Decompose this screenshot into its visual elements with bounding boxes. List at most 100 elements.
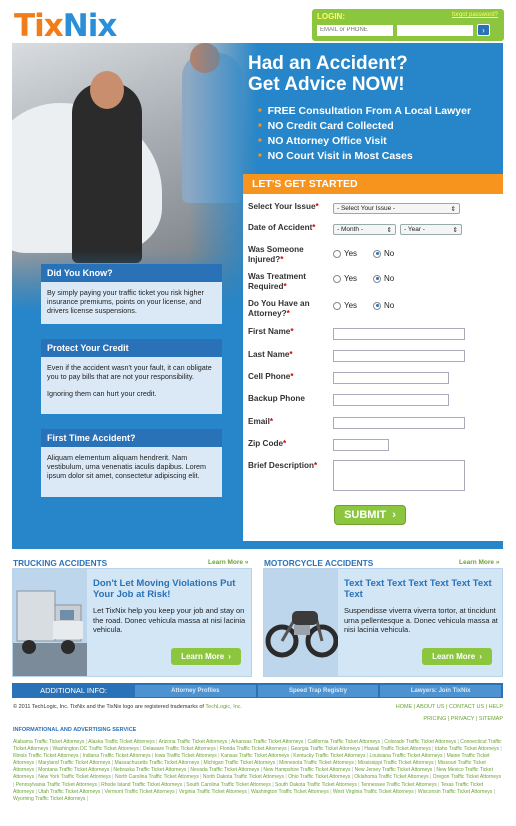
motorcycle-learn-more-link[interactable]: Learn More » bbox=[459, 559, 499, 566]
attorney-link[interactable]: Hawaii Traffic Ticket Attorneys bbox=[364, 746, 435, 752]
attorney-link[interactable]: Washington DC Traffic Ticket Attorneys bbox=[52, 746, 143, 752]
treatment-yes-radio[interactable]: Yes bbox=[333, 274, 357, 283]
info-box-first-time: First Time Accident? Aliquam elementum a… bbox=[41, 429, 222, 497]
tab-attorney-profiles[interactable]: Attorney Profiles bbox=[135, 684, 256, 697]
footer-links-1[interactable]: HOME | ABOUT US | CONTACT US | HELP bbox=[396, 704, 503, 710]
attorney-link[interactable]: West Virginia Traffic Ticket Attorneys bbox=[333, 789, 418, 795]
info-box-did-you-know: Did You Know? By simply paying your traf… bbox=[41, 264, 222, 324]
attorney-link[interactable]: Wyoming Traffic Ticket Attorneys bbox=[13, 796, 88, 802]
attorney-link[interactable]: Utah Traffic Ticket Attorneys bbox=[38, 789, 104, 795]
attorney-link[interactable]: Virginia Traffic Ticket Attorneys bbox=[179, 789, 251, 795]
attorney-link[interactable]: Arkansas Traffic Ticket Attorneys bbox=[231, 739, 308, 745]
attorney-link[interactable]: Louisiana Traffic Ticket Attorneys bbox=[370, 753, 447, 759]
injured-yes-radio[interactable]: Yes bbox=[333, 249, 357, 258]
zip-input[interactable] bbox=[333, 439, 389, 451]
login-email-input[interactable] bbox=[317, 24, 393, 36]
attorney-link[interactable]: Alabama Traffic Ticket Attorneys bbox=[13, 739, 88, 745]
attorney-link[interactable]: North Carolina Traffic Ticket Attorneys bbox=[115, 774, 203, 780]
attorney-link[interactable]: Georgia Traffic Ticket Attorneys bbox=[291, 746, 364, 752]
attorney-link[interactable]: Colorado Traffic Ticket Attorneys bbox=[384, 739, 460, 745]
cell-phone-label: Cell Phone* bbox=[248, 372, 294, 381]
benefit-item: NO Court Visit in Most Cases bbox=[258, 149, 471, 164]
attorney-link[interactable]: Minnesota Traffic Ticket Attorneys bbox=[279, 760, 358, 766]
attorney-link[interactable]: Idaho Traffic Ticket Attorneys bbox=[435, 746, 502, 752]
description-textarea[interactable] bbox=[333, 460, 465, 491]
attorney-link[interactable]: Iowa Traffic Ticket Attorneys bbox=[155, 753, 221, 759]
footer-links-2[interactable]: PRICING | PRIVACY | SITEMAP bbox=[423, 716, 503, 722]
tixnix-logo[interactable]: TixNix bbox=[14, 8, 118, 44]
attorney-link[interactable]: Michigan Traffic Ticket Attorneys bbox=[203, 760, 279, 766]
attorney-radio-group: Yes No bbox=[333, 301, 408, 312]
tab-speed-trap-registry[interactable]: Speed Trap Registry bbox=[257, 684, 379, 697]
trucking-learn-more-button[interactable]: Learn More › bbox=[171, 648, 241, 665]
attorney-link[interactable]: Delaware Traffic Ticket Attorneys bbox=[143, 746, 220, 752]
attorney-link[interactable]: Montana Traffic Ticket Attorneys bbox=[38, 767, 113, 773]
attorney-link[interactable]: North Dakota Traffic Ticket Attorneys bbox=[203, 774, 288, 780]
tab-lawyers-join[interactable]: Lawyers: Join TixNix bbox=[380, 684, 502, 697]
attorney-link[interactable]: Tennessee Traffic Ticket Attorneys bbox=[361, 782, 441, 788]
attorney-link[interactable]: Oklahoma Traffic Ticket Attorneys bbox=[354, 774, 432, 780]
attorney-link[interactable]: New York Traffic Ticket Attorneys bbox=[38, 774, 115, 780]
backup-phone-input[interactable] bbox=[333, 394, 449, 406]
attorney-link[interactable]: Mississippi Traffic Ticket Attorneys bbox=[358, 760, 438, 766]
first-name-input[interactable] bbox=[333, 328, 465, 340]
chevron-updown-icon: ⇕ bbox=[450, 205, 456, 213]
attorney-link[interactable]: Alaska Traffic Ticket Attorneys bbox=[88, 739, 158, 745]
login-password-input[interactable] bbox=[397, 24, 473, 36]
attorney-link[interactable]: Florida Traffic Ticket Attorneys bbox=[220, 746, 291, 752]
injured-no-radio[interactable]: No bbox=[373, 249, 394, 258]
treatment-no-radio[interactable]: No bbox=[373, 274, 394, 283]
service-title: INFORMATIONAL AND ADVERTISING SERVICE bbox=[13, 727, 137, 733]
attorney-link[interactable]: Illinois Traffic Ticket Attorneys bbox=[13, 753, 83, 759]
attorney-link[interactable]: Maryland Traffic Ticket Attorneys bbox=[38, 760, 114, 766]
attorney-link[interactable]: California Traffic Ticket Attorneys bbox=[307, 739, 384, 745]
year-select[interactable]: - Year - ⇕ bbox=[400, 224, 462, 235]
benefit-item: NO Credit Card Collected bbox=[258, 119, 471, 134]
attorney-link[interactable]: Nevada Traffic Ticket Attorneys bbox=[190, 767, 263, 773]
attorney-link[interactable]: New Jersey Traffic Ticket Attorneys bbox=[355, 767, 437, 773]
attorney-link[interactable]: Kansas Traffic Ticket Attorneys bbox=[221, 753, 293, 759]
attorney-link[interactable]: Rhode Island Traffic Ticket Attorneys bbox=[101, 782, 186, 788]
attorney-link[interactable]: Washington Traffic Ticket Attorneys bbox=[251, 789, 333, 795]
attorney-link[interactable]: South Dakota Traffic Ticket Attorneys bbox=[275, 782, 361, 788]
email-label: Email* bbox=[248, 417, 274, 426]
additional-info-label: ADDITIONAL INFO: bbox=[40, 686, 107, 695]
attorney-link[interactable]: New Hampshire Traffic Ticket Attorneys bbox=[263, 767, 354, 773]
attorney-link[interactable]: Arizona Traffic Ticket Attorneys bbox=[159, 739, 231, 745]
attorney-link[interactable]: Wisconsin Traffic Ticket Attorneys bbox=[418, 789, 495, 795]
attorney-link[interactable]: Indiana Traffic Ticket Attorneys bbox=[83, 753, 155, 759]
attorney-link[interactable]: Massachusetts Traffic Ticket Attorneys bbox=[114, 760, 203, 766]
trucking-learn-more-link[interactable]: Learn More » bbox=[208, 559, 248, 566]
attorney-link[interactable]: Pennsylvania Traffic Ticket Attorneys bbox=[16, 782, 101, 788]
email-input[interactable] bbox=[333, 417, 465, 429]
attorney-link[interactable]: South Carolina Traffic Ticket Attorneys bbox=[186, 782, 275, 788]
attorney-no-radio[interactable]: No bbox=[373, 301, 394, 310]
first-name-label: First Name* bbox=[248, 327, 294, 336]
info-box-text: Even if the accident wasn't your fault, … bbox=[47, 363, 212, 381]
forgot-password-link[interactable]: forgot password? bbox=[452, 12, 498, 18]
login-go-button[interactable]: › bbox=[477, 24, 490, 36]
description-label: Brief Description* bbox=[248, 461, 318, 470]
submit-button[interactable]: SUBMIT › bbox=[334, 505, 406, 525]
issue-select[interactable]: - Select Your Issue - ⇕ bbox=[333, 203, 460, 214]
info-box-title: Protect Your Credit bbox=[41, 339, 222, 357]
info-box-text: By simply paying your traffic ticket you… bbox=[47, 288, 204, 315]
hero-headline: Had an Accident? Get Advice NOW! bbox=[248, 53, 408, 95]
logo-part-nix: Nix bbox=[62, 8, 118, 44]
techlogic-link[interactable]: TechLogic, Inc. bbox=[205, 704, 242, 710]
attorney-link[interactable]: Kentucky Traffic Ticket Attorneys bbox=[293, 753, 369, 759]
motorcycle-learn-more-button[interactable]: Learn More › bbox=[422, 648, 492, 665]
last-name-label: Last Name* bbox=[248, 350, 293, 359]
trucking-text: Let TixNix help you keep your job and st… bbox=[93, 606, 246, 634]
month-select[interactable]: - Month - ⇕ bbox=[333, 224, 396, 235]
info-box-protect-credit: Protect Your Credit Even if the accident… bbox=[41, 339, 222, 414]
treatment-radio-group: Yes No bbox=[333, 274, 408, 285]
motorcycle-text: Suspendisse viverra viverra tortor, at t… bbox=[344, 606, 498, 634]
attorney-yes-radio[interactable]: Yes bbox=[333, 301, 357, 310]
trucking-heading: Don't Let Moving Violations Put Your Job… bbox=[93, 578, 236, 600]
attorney-link[interactable]: Vermont Traffic Ticket Attorneys bbox=[104, 789, 178, 795]
last-name-input[interactable] bbox=[333, 350, 465, 362]
attorney-link[interactable]: Nebraska Traffic Ticket Attorneys bbox=[113, 767, 190, 773]
attorney-link[interactable]: Ohio Traffic Ticket Attorneys bbox=[288, 774, 354, 780]
cell-phone-input[interactable] bbox=[333, 372, 449, 384]
